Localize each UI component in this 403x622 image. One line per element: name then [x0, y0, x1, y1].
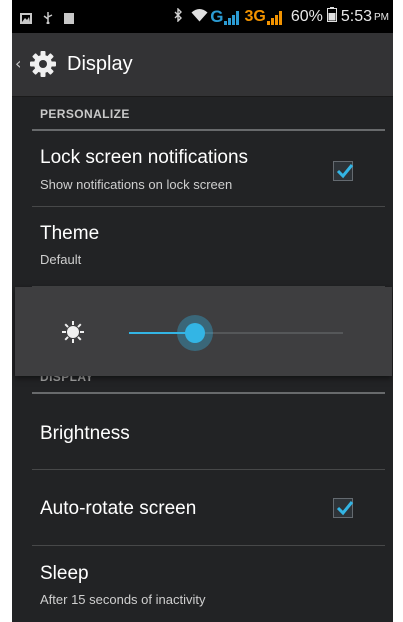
sd-card-icon: [64, 9, 74, 28]
setting-title: Sleep: [40, 563, 89, 584]
signal-icon: [224, 9, 240, 25]
clock: 5:53: [340, 8, 372, 25]
wifi-icon: [191, 8, 208, 27]
lock-screen-notifications-checkbox[interactable]: [333, 161, 354, 181]
section-divider: [32, 129, 385, 131]
network-g-label: G: [210, 7, 224, 26]
status-right-icons: G 3G 60% 5:53 PM: [174, 6, 389, 27]
divider: [32, 206, 385, 207]
network-3g-label: 3G: [244, 8, 266, 25]
setting-summary: Default: [40, 252, 82, 267]
brightness-slider-thumb[interactable]: [177, 315, 214, 351]
signal-icon-2: [266, 9, 283, 25]
auto-rotate-checkbox[interactable]: [333, 498, 354, 518]
checkmark-icon: [336, 501, 354, 516]
bluetooth-icon: [174, 6, 183, 27]
action-bar: ‹ Display: [12, 33, 393, 97]
clock-ampm: PM: [374, 11, 389, 23]
section-header-personalize: PERSONALIZE: [40, 107, 130, 121]
battery-icon: [326, 7, 337, 27]
gear-icon[interactable]: [28, 49, 58, 79]
status-bar: G 3G 60% 5:53 PM: [12, 0, 393, 33]
setting-title: Lock screen notifications: [40, 147, 249, 168]
section-divider: [32, 392, 385, 394]
sun-icon: [61, 320, 85, 344]
brightness-dialog: [15, 287, 392, 376]
brightness-slider[interactable]: [129, 332, 343, 334]
divider: [32, 545, 385, 546]
setting-summary: Show notifications on lock screen: [40, 177, 233, 192]
usb-icon: [43, 9, 53, 28]
chevron-left-icon[interactable]: ‹: [15, 56, 23, 72]
setting-title: Theme: [40, 223, 100, 244]
gallery-icon: [20, 9, 32, 28]
settings-screen: G 3G 60% 5:53 PM ‹ Display PERSONALIZE L…: [12, 0, 393, 622]
divider: [32, 469, 385, 470]
brightness-slider-thumb-core: [185, 323, 206, 343]
setting-summary: After 15 seconds of inactivity: [40, 592, 206, 607]
status-left-icons: [20, 9, 85, 28]
setting-title: Auto-rotate screen: [40, 498, 197, 519]
setting-title: Brightness: [40, 423, 130, 444]
checkmark-icon: [336, 164, 354, 179]
battery-percent: 60%: [290, 8, 323, 25]
page-title: Display: [67, 53, 133, 75]
